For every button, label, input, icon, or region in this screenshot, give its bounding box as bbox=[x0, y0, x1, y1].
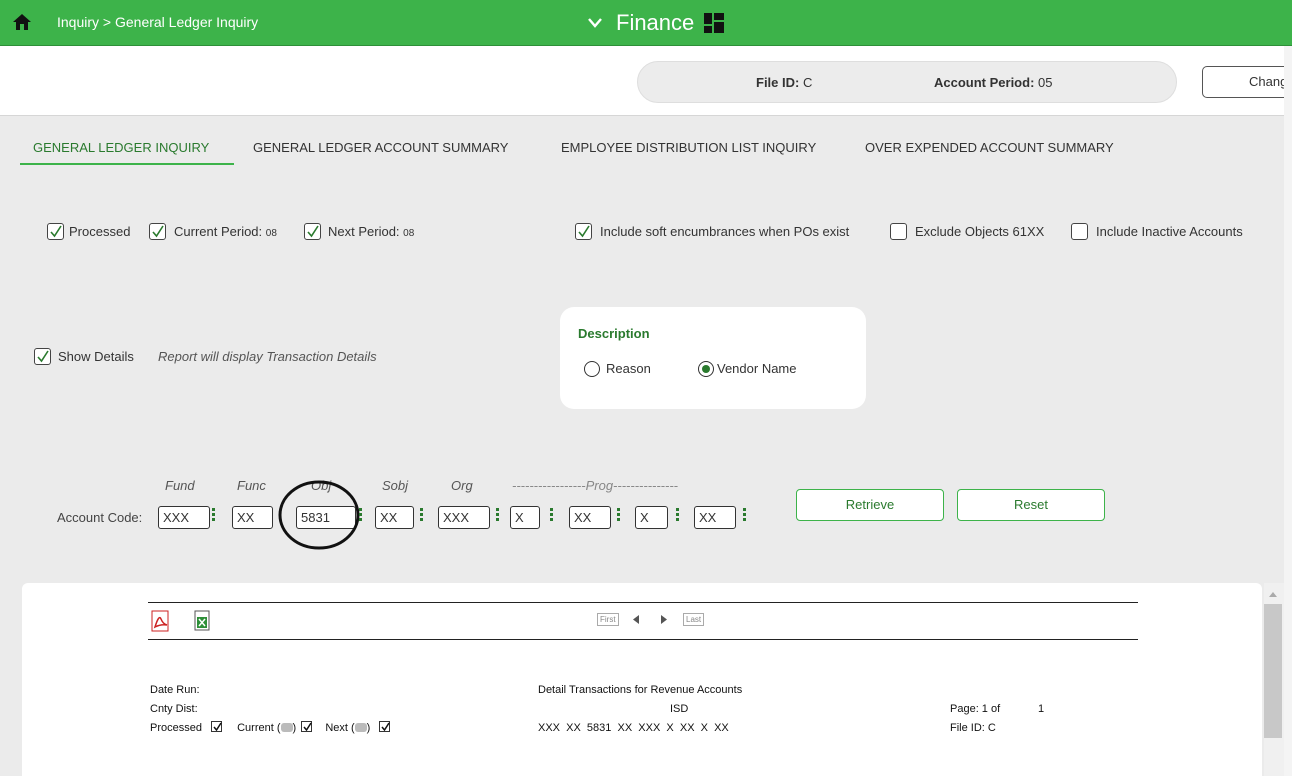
file-info-pill: File ID: C Account Period: 05 bbox=[637, 61, 1177, 103]
prog-lookup-icon-4[interactable] bbox=[743, 508, 747, 526]
account-code-label: Account Code: bbox=[57, 510, 143, 525]
sobj-lookup-icon[interactable] bbox=[420, 508, 424, 526]
tab-over-expended-account-summary[interactable]: OVER EXPENDED ACCOUNT SUMMARY bbox=[865, 140, 1114, 155]
report-account-line: XXX XX 5831 XX XXX X XX X XX bbox=[538, 722, 729, 734]
highlight-circle bbox=[278, 480, 360, 550]
prog-lookup-icon-2[interactable] bbox=[617, 508, 621, 526]
pdf-export-icon[interactable] bbox=[150, 610, 172, 632]
pager-next-icon[interactable] bbox=[660, 614, 668, 625]
checkmark-icon bbox=[307, 225, 319, 238]
report-top-rule bbox=[148, 602, 1138, 603]
tab-general-ledger-account-summary[interactable]: GENERAL LEDGER ACCOUNT SUMMARY bbox=[253, 140, 508, 155]
prog-input-3[interactable]: X bbox=[635, 506, 668, 529]
change-button[interactable]: Change bbox=[1202, 66, 1292, 98]
next-period-checkbox[interactable] bbox=[304, 223, 321, 240]
reason-radio[interactable] bbox=[584, 361, 600, 377]
chevron-down-icon[interactable] bbox=[588, 18, 602, 28]
fund-header: Fund bbox=[165, 478, 195, 493]
org-header: Org bbox=[451, 478, 473, 493]
excel-export-icon[interactable] bbox=[193, 610, 213, 632]
prog-lookup-icon-1[interactable] bbox=[550, 508, 554, 526]
page-scroll-edge bbox=[1284, 46, 1292, 776]
sobj-header: Sobj bbox=[382, 478, 409, 493]
report-scrollbar-thumb[interactable] bbox=[1264, 604, 1282, 738]
vendor-name-label: Vendor Name bbox=[717, 361, 797, 376]
exclude-objects-61xx-label: Exclude Objects 61XX bbox=[915, 224, 1045, 239]
sobj-input[interactable]: XX bbox=[375, 506, 414, 529]
dashboard-grid-icon[interactable] bbox=[704, 13, 725, 33]
description-card: Description Reason Vendor Name bbox=[560, 307, 866, 409]
next-period-label: Next Period: 08 bbox=[328, 224, 415, 239]
fund-lookup-icon[interactable] bbox=[212, 508, 216, 526]
retrieve-button[interactable]: Retrieve bbox=[796, 489, 944, 521]
fund-input[interactable]: XXX bbox=[158, 506, 210, 529]
scroll-up-icon[interactable] bbox=[1268, 590, 1278, 598]
radio-selected-dot bbox=[702, 365, 710, 373]
prog-input-4[interactable]: XX bbox=[694, 506, 736, 529]
checkmark-icon bbox=[37, 350, 49, 363]
checkmark-icon bbox=[152, 225, 164, 238]
org-input[interactable]: XXX bbox=[438, 506, 490, 529]
tab-general-ledger-inquiry[interactable]: GENERAL LEDGER INQUIRY bbox=[33, 140, 209, 155]
pager-first-button[interactable]: First bbox=[597, 613, 619, 626]
func-header: Func bbox=[237, 478, 266, 493]
report-processed-check bbox=[211, 721, 223, 732]
current-period-label: Current Period: 08 bbox=[174, 224, 277, 239]
tab-employee-distribution-list-inquiry[interactable]: EMPLOYEE DISTRIBUTION LIST INQUIRY bbox=[561, 140, 816, 155]
exclude-objects-61xx-checkbox[interactable] bbox=[890, 223, 907, 240]
report-next-check bbox=[379, 721, 391, 732]
active-tab-underline bbox=[20, 163, 234, 165]
report-date-run: Date Run: bbox=[150, 684, 200, 696]
func-input[interactable]: XX bbox=[232, 506, 273, 529]
home-icon[interactable] bbox=[12, 12, 32, 32]
top-bar: Inquiry > General Ledger Inquiry Finance bbox=[0, 0, 1292, 46]
processed-checkbox[interactable] bbox=[47, 223, 64, 240]
checkmark-icon bbox=[578, 225, 590, 238]
reset-button[interactable]: Reset bbox=[957, 489, 1105, 521]
pager-last-button[interactable]: Last bbox=[683, 613, 705, 626]
module-selector[interactable]: Finance bbox=[588, 8, 725, 38]
soft-encumbrances-checkbox[interactable] bbox=[575, 223, 592, 240]
report-status-line: Processed Current () Next () bbox=[150, 721, 391, 734]
org-lookup-icon[interactable] bbox=[496, 508, 500, 526]
breadcrumb[interactable]: Inquiry > General Ledger Inquiry bbox=[57, 14, 258, 30]
include-inactive-accounts-label: Include Inactive Accounts bbox=[1096, 224, 1243, 239]
file-id: File ID: C bbox=[756, 75, 813, 90]
include-inactive-accounts-checkbox[interactable] bbox=[1071, 223, 1088, 240]
prog-input-1[interactable]: X bbox=[510, 506, 540, 529]
report-isd: ISD bbox=[670, 703, 689, 715]
report-page-total: 1 bbox=[1038, 703, 1045, 715]
report-title: Detail Transactions for Revenue Accounts bbox=[538, 684, 743, 696]
header-band: File ID: C Account Period: 05 Change bbox=[0, 46, 1292, 116]
report-next-blank bbox=[354, 723, 367, 732]
module-title[interactable]: Finance bbox=[616, 10, 694, 36]
prog-input-2[interactable]: XX bbox=[569, 506, 611, 529]
show-details-note: Report will display Transaction Details bbox=[158, 349, 377, 364]
report-current-blank bbox=[280, 723, 293, 732]
account-period: Account Period: 05 bbox=[934, 75, 1053, 90]
soft-encumbrances-label: Include soft encumbrances when POs exist bbox=[600, 224, 850, 239]
report-cnty-dist: Cnty Dist: bbox=[150, 703, 198, 715]
description-title: Description bbox=[578, 326, 650, 341]
processed-label: Processed bbox=[69, 224, 131, 239]
prog-lookup-icon-3[interactable] bbox=[676, 508, 680, 526]
report-page-label: Page: 1 of bbox=[950, 703, 1001, 715]
report-bottom-rule bbox=[148, 639, 1138, 640]
prog-header: -----------------Prog--------------- bbox=[512, 478, 678, 493]
report-file-id: File ID: C bbox=[950, 722, 996, 734]
vendor-name-radio[interactable] bbox=[698, 361, 714, 377]
reason-label: Reason bbox=[606, 361, 651, 376]
pager-prev-icon[interactable] bbox=[632, 614, 640, 625]
obj-lookup-icon[interactable] bbox=[359, 508, 363, 526]
checkmark-icon bbox=[50, 225, 62, 238]
show-details-checkbox[interactable] bbox=[34, 348, 51, 365]
current-period-checkbox[interactable] bbox=[149, 223, 166, 240]
show-details-label: Show Details bbox=[58, 349, 134, 364]
report-current-check bbox=[301, 721, 313, 732]
